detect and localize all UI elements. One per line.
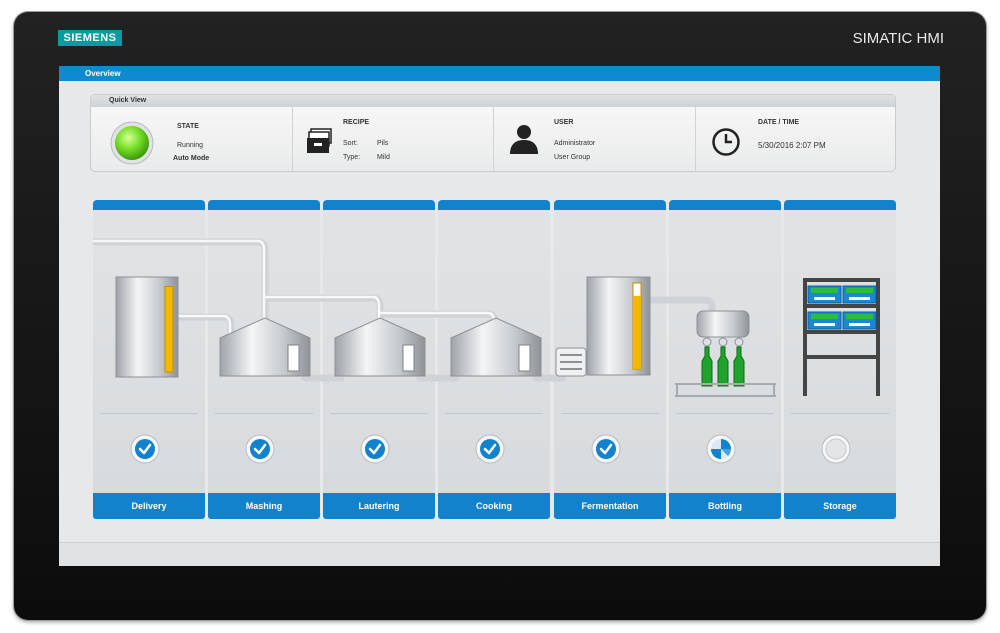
heat-exchanger <box>555 347 587 377</box>
station-label: Mashing <box>208 493 320 519</box>
green-bottles <box>701 346 745 387</box>
recipe-type-label: Type: <box>343 154 361 161</box>
recipe-sort-label: Sort: <box>343 140 358 147</box>
delivery-tank <box>115 276 179 378</box>
clock-icon <box>712 128 740 156</box>
quick-view-panel: Quick View STATE Running Auto Mode RECIP… <box>90 94 896 172</box>
recipe-box-icon <box>307 128 332 153</box>
quick-view-title: Quick View <box>91 95 895 107</box>
device-model: SIMATIC HMI <box>852 30 944 47</box>
check-circle-icon <box>245 434 275 464</box>
station-label: Lautering <box>323 493 435 519</box>
cooking-vessel <box>450 317 542 377</box>
station-label: Bottling <box>669 493 781 519</box>
datetime-section: DATE / TIME 5/30/2016 2:07 PM <box>695 107 896 171</box>
storage-rack <box>803 278 880 396</box>
running-indicator-icon <box>110 121 154 165</box>
siemens-logo: SIEMENS <box>58 30 122 46</box>
user-icon <box>510 125 538 154</box>
footer-bar <box>59 542 940 566</box>
state-status: Running <box>177 142 204 149</box>
fermentation-level-bar <box>633 295 641 369</box>
station-label: Delivery <box>93 493 205 519</box>
lautering-vessel <box>334 317 426 377</box>
fermentation-tank <box>586 276 651 376</box>
user-group: User Group <box>554 154 591 161</box>
user-heading: USER <box>554 119 574 126</box>
recipe-sort-value: Pils <box>377 140 389 147</box>
check-circle-icon <box>591 434 621 464</box>
station-label: Storage <box>784 493 896 519</box>
check-circle-icon <box>475 434 505 464</box>
idle-circle-icon <box>821 434 851 464</box>
station-label: Cooking <box>438 493 550 519</box>
datetime-value: 5/30/2016 2:07 PM <box>758 141 826 150</box>
state-mode: Auto Mode <box>173 155 210 162</box>
station-label: Fermentation <box>554 493 666 519</box>
datetime-heading: DATE / TIME <box>758 119 800 126</box>
delivery-level-bar <box>164 286 174 373</box>
bottling-machine <box>675 310 776 397</box>
progress-circle-icon <box>706 434 736 464</box>
state-section: STATE Running Auto Mode <box>91 107 292 171</box>
user-name: Administrator <box>554 140 596 147</box>
recipe-section: RECIPE Sort: Pils Type: Mild <box>292 107 494 171</box>
check-circle-icon <box>130 434 160 464</box>
recipe-type-value: Mild <box>377 154 390 161</box>
screen-title: Overview <box>59 66 940 81</box>
user-section: USER Administrator User Group <box>493 107 696 171</box>
recipe-heading: RECIPE <box>343 119 370 126</box>
check-circle-icon <box>360 434 390 464</box>
plant-diagram <box>93 238 880 397</box>
state-heading: STATE <box>177 123 199 130</box>
hmi-screen: Overview Quick View STATE Running Auto M… <box>59 66 940 566</box>
